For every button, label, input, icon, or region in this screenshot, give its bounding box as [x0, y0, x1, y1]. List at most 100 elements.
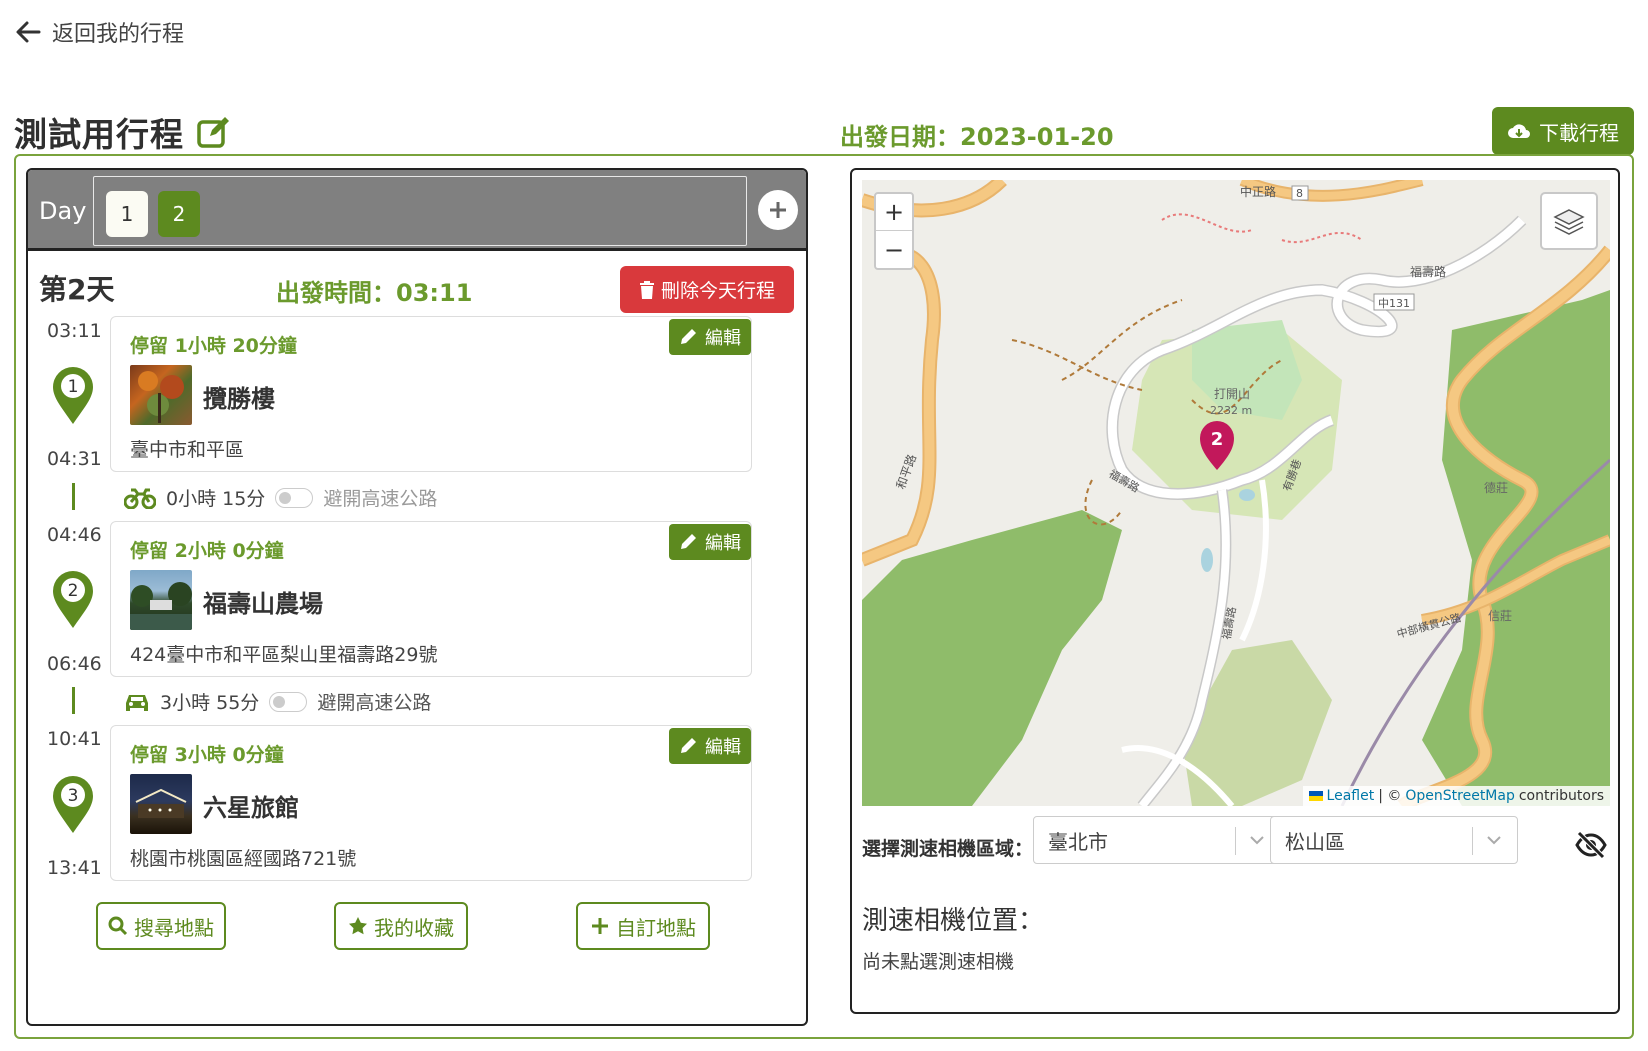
- map-attribution: Leaflet | © OpenStreetMap contributors: [1302, 786, 1610, 806]
- map-label: 信莊: [1488, 609, 1512, 623]
- day-bar: Day 1 2: [28, 170, 806, 251]
- zoom-control: + −: [874, 192, 914, 270]
- avoid-highway-toggle[interactable]: [269, 691, 308, 712]
- stay-duration: 停留 3小時 0分鐘: [130, 744, 284, 766]
- district-select[interactable]: 松山區: [1270, 816, 1518, 864]
- map-label: 中131: [1378, 297, 1410, 310]
- place-name: 六星旅館: [203, 794, 299, 822]
- avoid-highway-label: 避開高速公路: [317, 692, 432, 714]
- motorcycle-icon: [124, 488, 156, 509]
- ukraine-flag-icon: [1308, 791, 1323, 801]
- location-pin-icon: 2: [53, 571, 93, 628]
- custom-place-label: 自訂地點: [616, 915, 696, 940]
- edit-title-icon[interactable]: [196, 114, 232, 150]
- camera-position-value: 尚未點選測速相機: [862, 951, 1015, 973]
- favorites-button[interactable]: 我的收藏: [334, 902, 468, 950]
- search-icon: [108, 916, 128, 936]
- eye-slash-icon[interactable]: [1574, 830, 1608, 860]
- page-title: 測試用行程: [14, 115, 184, 154]
- favorites-label: 我的收藏: [374, 915, 454, 940]
- map-label: 中正路: [1240, 184, 1276, 199]
- delete-day-label: 刪除今天行程: [660, 280, 775, 302]
- car-icon: [126, 694, 148, 711]
- chevron-down-icon: [1487, 836, 1501, 845]
- plus-icon: [592, 918, 608, 934]
- custom-place-button[interactable]: 自訂地點: [576, 902, 710, 950]
- travel-segment: 0小時 15分 避開高速公路: [124, 484, 437, 511]
- stop-3-arrive: 10:41: [47, 728, 102, 750]
- edit-stop-button[interactable]: 編輯: [669, 728, 751, 764]
- delete-day-button[interactable]: 刪除今天行程: [620, 266, 794, 313]
- avoid-highway-toggle[interactable]: [275, 487, 314, 508]
- map[interactable]: 中正路 8 福壽路 中131 打開山 2232 m 和平路 福壽路 有勝巷 福壽…: [862, 180, 1610, 806]
- day-chip-list: 1 2: [93, 176, 747, 246]
- zoom-out-button[interactable]: −: [876, 231, 912, 268]
- travel-duration: 0小時 15分: [166, 488, 266, 510]
- place-name: 攬勝樓: [203, 385, 275, 413]
- plus-icon: [770, 202, 786, 218]
- zoom-in-button[interactable]: +: [876, 194, 912, 231]
- map-panel: 中正路 8 福壽路 中131 打開山 2232 m 和平路 福壽路 有勝巷 福壽…: [850, 168, 1620, 1014]
- itinerary-panel: Day 1 2 第2天 出發時間：03:11 刪除今天行程 03:11 1 04…: [26, 168, 808, 1026]
- map-label: 打開山: [1214, 387, 1250, 401]
- stop-card[interactable]: 停留 1小時 20分鐘 編輯 攬勝樓 臺中市和平區: [110, 316, 752, 472]
- edit-label: 編輯: [705, 533, 741, 554]
- stop-3-leave: 13:41: [47, 857, 102, 879]
- download-label: 下載行程: [1539, 120, 1619, 145]
- stop-thumbnail: [130, 570, 192, 630]
- add-day-button[interactable]: [758, 190, 798, 230]
- pin-number: 1: [68, 377, 79, 397]
- pin-number: 3: [68, 786, 79, 806]
- trash-icon: [639, 280, 654, 299]
- map-label: 2232 m: [1210, 404, 1252, 417]
- place-address: 424臺中市和平區梨山里福壽路29號: [130, 644, 438, 666]
- district-select-value: 松山區: [1285, 829, 1345, 854]
- star-icon: [349, 917, 367, 935]
- pencil-icon: [681, 534, 696, 549]
- select-divider: [1235, 827, 1236, 855]
- back-link[interactable]: 返回我的行程: [14, 16, 184, 48]
- stop-card[interactable]: 停留 2小時 0分鐘 編輯 福壽山農場 424臺中市和平區梨山里福壽路29號: [110, 521, 752, 677]
- edit-label: 編輯: [705, 737, 741, 758]
- camera-position-title: 測速相機位置：: [862, 906, 1045, 936]
- download-button[interactable]: 下載行程: [1492, 107, 1634, 155]
- layers-button[interactable]: [1540, 192, 1598, 250]
- avoid-highway-label: 避開高速公路: [323, 488, 438, 510]
- attribution-separator: | ©: [1378, 788, 1402, 804]
- place-address: 臺中市和平區: [130, 439, 245, 461]
- map-label: 福壽路: [1410, 264, 1446, 279]
- stop-2-leave: 06:46: [47, 653, 102, 675]
- edit-stop-button[interactable]: 編輯: [669, 524, 751, 560]
- osm-link[interactable]: OpenStreetMap: [1405, 788, 1514, 804]
- pin-number: 2: [68, 581, 79, 601]
- place-address: 桃園市桃園區經國路721號: [130, 848, 357, 870]
- map-label: 8: [1296, 187, 1303, 200]
- edit-stop-button[interactable]: 編輯: [669, 319, 751, 355]
- map-label: 德莊: [1484, 480, 1508, 495]
- back-link-label: 返回我的行程: [52, 22, 185, 47]
- timeline-connector: [72, 687, 75, 714]
- location-pin-icon: 1: [53, 367, 93, 424]
- depart-time: 出發時間：03:11: [276, 273, 472, 308]
- map-tiles[interactable]: 中正路 8 福壽路 中131 打開山 2232 m 和平路 福壽路 有勝巷 福壽…: [862, 180, 1610, 806]
- day-chip-2[interactable]: 2: [158, 191, 200, 237]
- stay-duration: 停留 2小時 0分鐘: [130, 540, 284, 562]
- chevron-down-icon: [1250, 836, 1264, 845]
- city-select[interactable]: 臺北市: [1033, 816, 1281, 864]
- arrow-left-icon: [16, 21, 41, 43]
- city-select-value: 臺北市: [1048, 829, 1108, 854]
- day-bar-label: Day: [39, 197, 87, 225]
- depart-time-label: 出發時間：: [276, 279, 396, 307]
- search-place-button[interactable]: 搜尋地點: [96, 902, 226, 950]
- travel-duration: 3小時 55分: [160, 692, 260, 714]
- camera-region-label: 選擇測速相機區域：: [862, 838, 1034, 860]
- stop-thumbnail: [130, 774, 192, 834]
- timeline-connector: [72, 483, 75, 510]
- stop-card[interactable]: 停留 3小時 0分鐘 編輯 六星旅館 桃園市桃園區經國路721號: [110, 725, 752, 881]
- leaflet-link[interactable]: Leaflet: [1327, 788, 1375, 804]
- pencil-icon: [681, 738, 696, 753]
- day-chip-1[interactable]: 1: [106, 191, 148, 237]
- stop-thumbnail: [130, 365, 192, 425]
- layers-icon: [1553, 209, 1585, 235]
- cloud-download-icon: [1508, 124, 1530, 138]
